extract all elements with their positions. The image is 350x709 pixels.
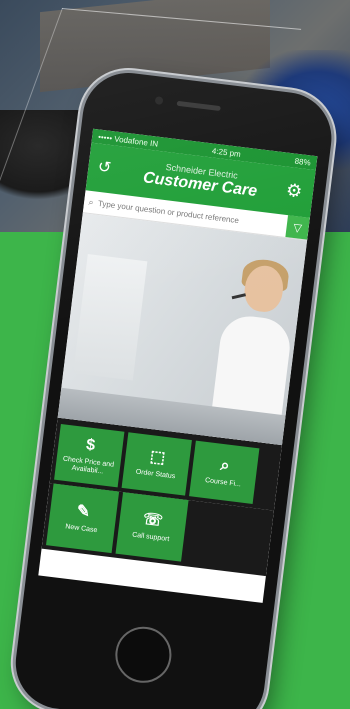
headset-icon — [231, 293, 246, 300]
phone-screen: ••••• Vodafone IN 4:25 pm 88% ↺ Schneide… — [38, 128, 318, 603]
check-price-tile[interactable]: $ Check Price and Availabil... — [54, 424, 125, 488]
office-wall-image — [73, 254, 148, 381]
order-status-tile[interactable]: ⬚ Order Status — [121, 432, 192, 496]
edit-icon: ✎ — [75, 502, 92, 521]
home-button[interactable] — [112, 623, 175, 686]
earpiece — [176, 100, 221, 112]
dollar-icon: $ — [85, 436, 97, 455]
tile-label: Check Price and Availabil... — [62, 455, 115, 476]
search-icon: ⌕ — [88, 196, 95, 207]
hero-image — [57, 213, 308, 446]
back-icon[interactable]: ↺ — [93, 157, 115, 179]
tile-label: Call support — [131, 531, 170, 544]
box-icon: ⬚ — [149, 447, 167, 467]
magnifier-icon: ⌕ — [219, 456, 231, 475]
promo-scene: ••••• Vodafone IN 4:25 pm 88% ↺ Schneide… — [0, 0, 350, 709]
filter-button[interactable]: ▽ — [285, 215, 310, 240]
call-support-tile[interactable]: ☏ Call support — [115, 492, 189, 562]
phone-icon: ☏ — [141, 510, 164, 530]
tile-label: Order Status — [135, 468, 176, 481]
tile-label: New Case — [64, 523, 98, 535]
time-label: 4:25 pm — [211, 145, 242, 159]
filter-icon: ▽ — [292, 221, 303, 235]
battery-label: 88% — [294, 156, 312, 167]
gear-icon[interactable]: ⚙ — [282, 178, 307, 203]
front-camera — [154, 96, 164, 106]
course-finder-tile[interactable]: ⌕ Course Fi... — [189, 440, 260, 504]
tile-label: Course Fi... — [204, 477, 242, 489]
new-case-tile[interactable]: ✎ New Case — [46, 483, 120, 554]
